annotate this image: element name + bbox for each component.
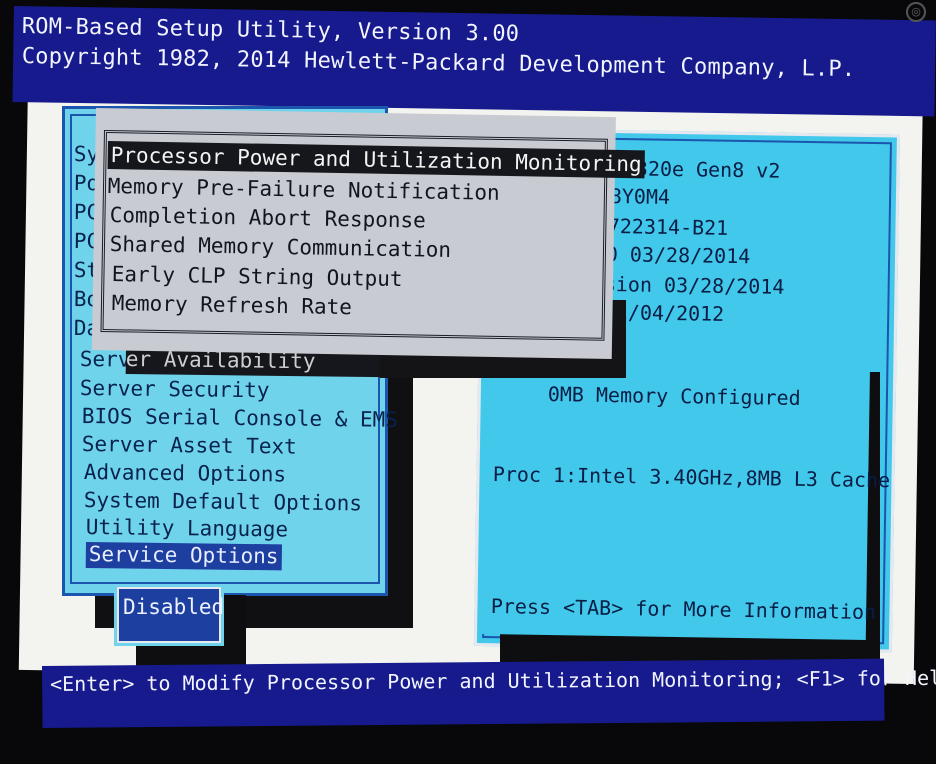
menu-item-service-options[interactable]: Service Options	[85, 542, 282, 571]
menu-item-system-default-options[interactable]: System Default Options	[84, 488, 362, 517]
memory-configured: 0MB Memory Configured	[547, 382, 801, 410]
submenu-item-shared-memory[interactable]: Shared Memory Communication	[110, 230, 452, 264]
submenu-item-memory-refresh-rate[interactable]: Memory Refresh Rate	[112, 289, 353, 321]
submenu-item-completion-abort[interactable]: Completion Abort Response	[110, 201, 427, 235]
menu-item-advanced-options[interactable]: Advanced Options	[84, 460, 287, 488]
serial-number: 8Y0M4	[609, 184, 671, 209]
menu-item-server-security[interactable]: Server Security	[80, 376, 270, 404]
menu-item-bios-serial-console[interactable]: BIOS Serial Console & EMS	[82, 404, 398, 434]
backup-bios-date: sion 03/28/2014	[603, 272, 785, 299]
menu-item-server-asset-text[interactable]: Server Asset Text	[82, 432, 297, 461]
bios-screen: ROM-Based Setup Utility, Version 3.00 Co…	[0, 0, 936, 764]
camera-lens-icon: ◎	[906, 2, 926, 22]
product-id: 722314-B21	[607, 214, 729, 240]
value-disabled-option[interactable]: Disabled	[123, 595, 224, 619]
menu-item-utility-language[interactable]: Utility Language	[86, 515, 289, 543]
submenu-item-early-clp-output[interactable]: Early CLP String Output	[112, 260, 403, 293]
bios-version-date: 0 03/28/2014	[605, 242, 751, 269]
